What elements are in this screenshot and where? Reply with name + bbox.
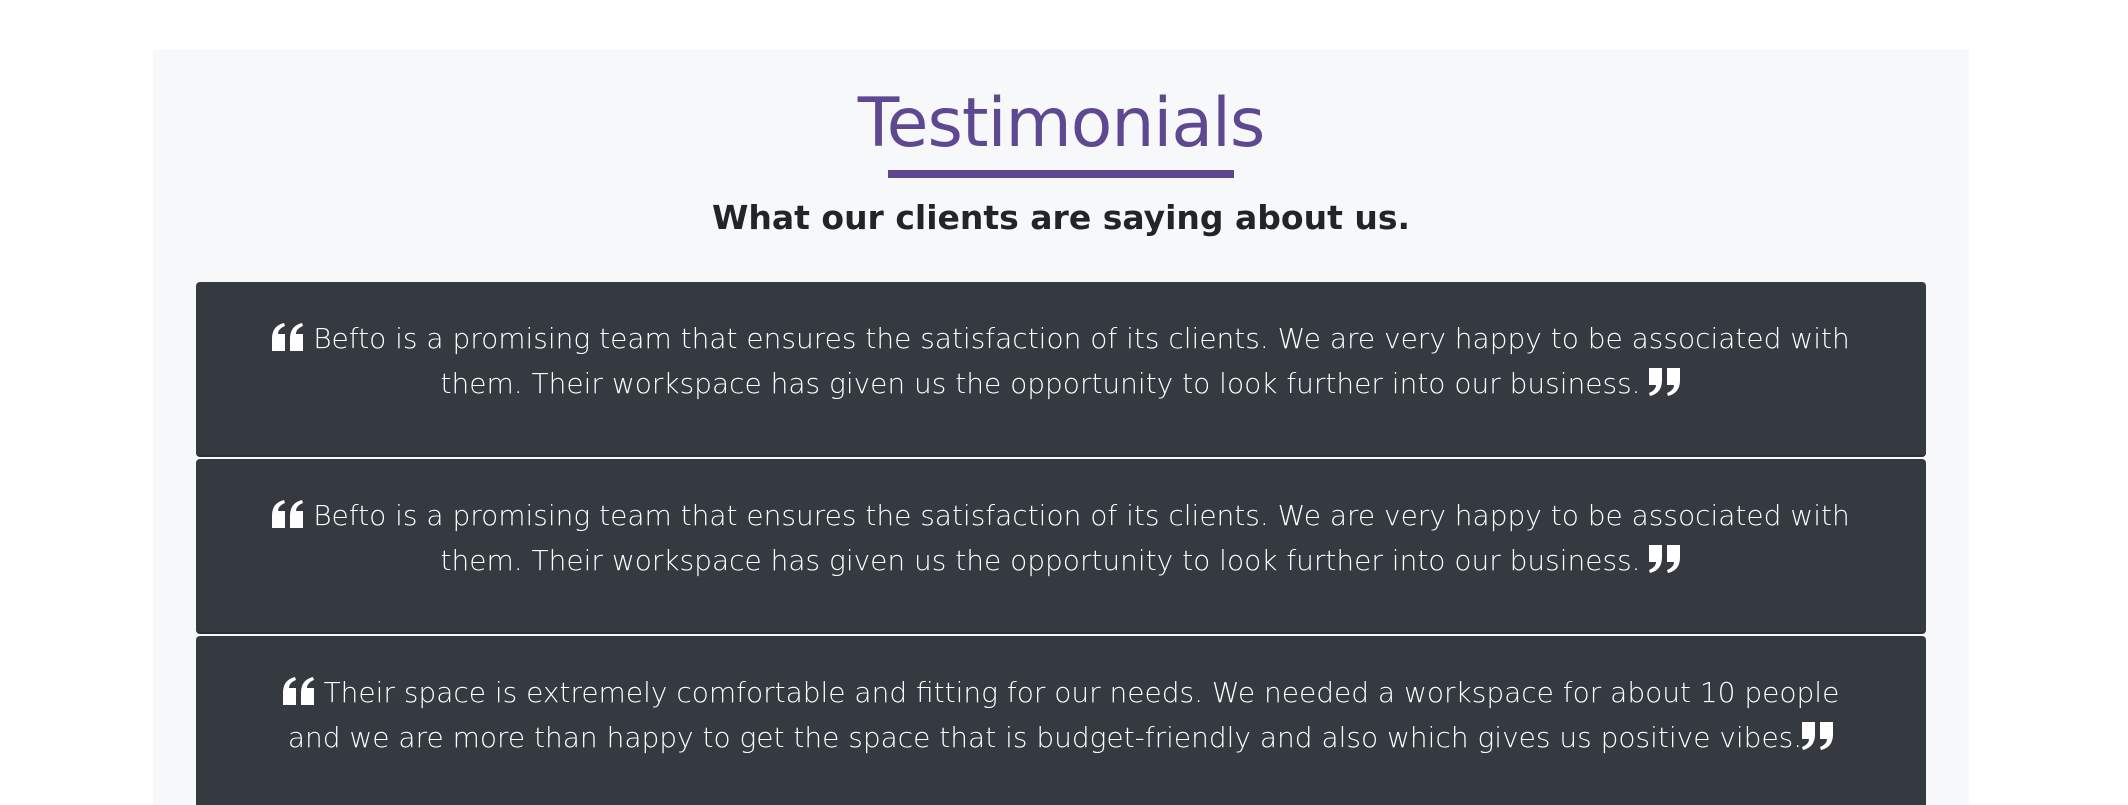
quote-right-icon bbox=[1649, 545, 1681, 573]
quote-right-icon bbox=[1802, 722, 1834, 750]
title-underline bbox=[888, 170, 1234, 178]
section-subtitle: What our clients are saying about us. bbox=[711, 198, 1411, 237]
testimonial-text: Befto is a promising team that ensures t… bbox=[313, 322, 1850, 400]
testimonial-text: Befto is a promising team that ensures t… bbox=[313, 499, 1850, 577]
testimonial-card: Befto is a promising team that ensures t… bbox=[196, 459, 1926, 634]
testimonial-card: Befto is a promising team that ensures t… bbox=[196, 282, 1926, 457]
testimonial-card: Their space is extremely comfortable and… bbox=[196, 636, 1926, 805]
quote-left-icon bbox=[282, 677, 315, 705]
section-header: Testimonials What our clients are saying… bbox=[153, 50, 1969, 238]
page-title: Testimonials bbox=[857, 84, 1266, 163]
testimonial-text: Their space is extremely comfortable and… bbox=[287, 676, 1840, 754]
quote-left-icon bbox=[272, 500, 304, 528]
quote-right-icon bbox=[1649, 368, 1681, 396]
testimonials-section: Testimonials What our clients are saying… bbox=[153, 50, 1969, 805]
testimonial-list: Befto is a promising team that ensures t… bbox=[196, 282, 1926, 805]
quote-left-icon bbox=[272, 323, 304, 351]
